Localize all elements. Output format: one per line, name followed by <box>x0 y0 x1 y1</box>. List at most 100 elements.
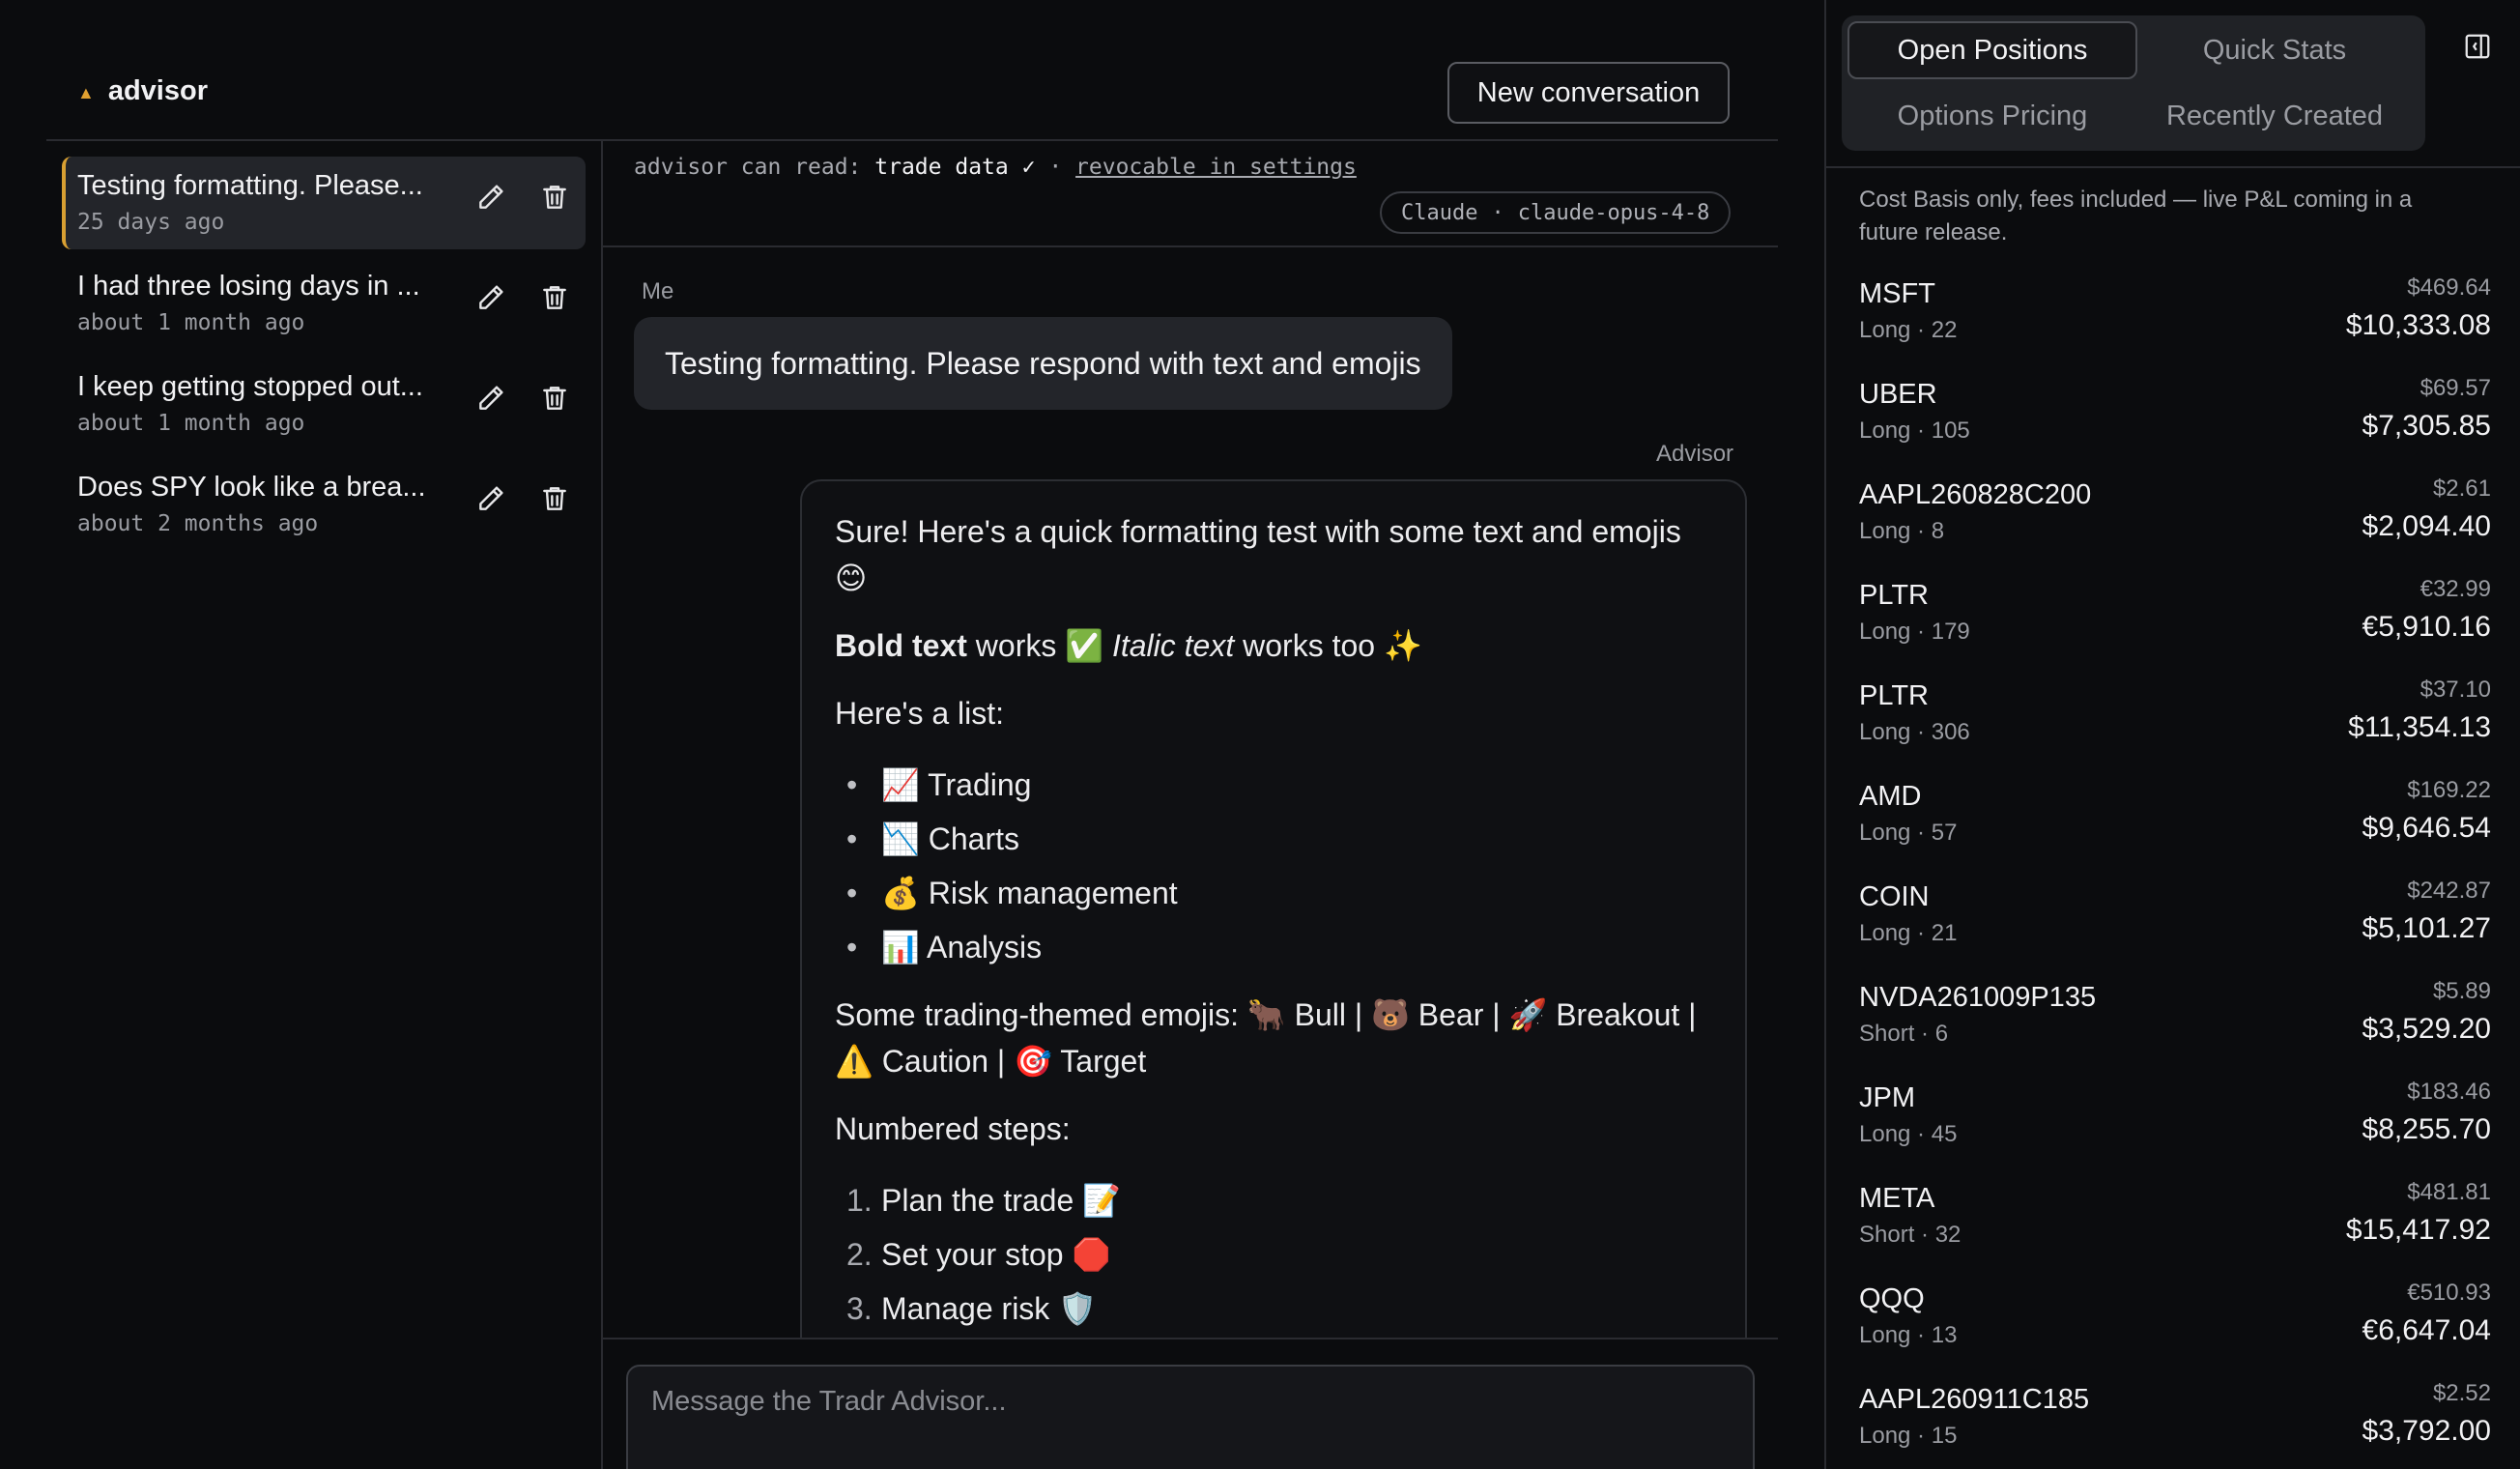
cost-basis-note: Cost Basis only, fees included — live P&… <box>1859 187 2413 245</box>
position-symbol: PLTR <box>1859 680 1929 711</box>
position-row[interactable]: AAPL260828C200 Long · 8 $2.61 $2,094.40 <box>1859 474 2491 574</box>
message-input[interactable] <box>626 1365 1755 1469</box>
conversation-item[interactable]: Does SPY look like a brea... about 2 mon… <box>62 458 586 551</box>
position-price: $2.61 <box>2432 475 2491 502</box>
user-label: Me <box>642 278 674 304</box>
pencil-icon[interactable] <box>473 280 508 315</box>
steps-heading: Numbered steps: <box>835 1111 1071 1146</box>
position-side: Long · 15 <box>1859 1423 1958 1449</box>
permission-separator: · <box>1048 155 1063 180</box>
position-row[interactable]: JPM Long · 45 $183.46 $8,255.70 <box>1859 1077 2491 1177</box>
position-symbol: QQQ <box>1859 1283 1925 1314</box>
position-cost-basis: $5,101.27 <box>2362 912 2491 944</box>
advisor-main-panel: ▲ advisor New conversation Testing forma… <box>0 0 1824 1469</box>
user-message: Testing formatting. Please respond with … <box>634 317 1452 410</box>
position-price: $183.46 <box>2407 1079 2491 1105</box>
position-cost-basis: $3,792.00 <box>2362 1415 2491 1447</box>
tab-quick-stats[interactable]: Quick Stats <box>2130 21 2420 79</box>
sidebar-divider <box>601 141 603 1469</box>
list-item: 2. Set your stop 🛑 <box>835 1227 1712 1282</box>
conversation-title: Testing formatting. Please... <box>77 170 423 201</box>
position-symbol: UBER <box>1859 379 1937 410</box>
position-cost-basis: $10,333.08 <box>2345 309 2491 341</box>
position-side: Short · 6 <box>1859 1021 1949 1047</box>
panel-toggle-icon[interactable] <box>2460 29 2495 64</box>
list-item: 3. Manage risk 🛡️ <box>835 1282 1712 1336</box>
works-text: works ✅ <box>966 628 1112 663</box>
pencil-icon[interactable] <box>473 381 508 416</box>
position-symbol: META <box>1859 1183 1935 1214</box>
brand-triangle-icon: ▲ <box>77 83 95 102</box>
permission-check: ✓ <box>1021 155 1036 180</box>
position-side: Long · 57 <box>1859 820 1958 846</box>
new-conversation-button[interactable]: New conversation <box>1447 62 1730 124</box>
conversation-title: I had three losing days in ... <box>77 271 420 302</box>
conversation-item[interactable]: I keep getting stopped out... about 1 mo… <box>62 358 586 450</box>
position-price: $5.89 <box>2432 978 2491 1004</box>
tab-open-positions[interactable]: Open Positions <box>1847 21 2137 79</box>
position-side: Short · 32 <box>1859 1222 1962 1248</box>
position-row[interactable]: AMD Long · 57 $169.22 $9,646.54 <box>1859 775 2491 876</box>
conversation-title: Does SPY look like a brea... <box>77 472 426 503</box>
position-row[interactable]: NVDA261009P135 Short · 6 $5.89 $3,529.20 <box>1859 976 2491 1077</box>
position-side: Long · 179 <box>1859 619 1970 645</box>
header-divider <box>46 139 1778 141</box>
italic-text: Italic text <box>1111 628 1235 663</box>
position-side: Long · 22 <box>1859 317 1958 343</box>
trash-icon[interactable] <box>537 381 572 416</box>
position-row[interactable]: QQQ Long · 13 €510.93 €6,647.04 <box>1859 1278 2491 1378</box>
step-text: Set your stop 🛑 <box>881 1237 1111 1272</box>
numbered-list: 1. Plan the trade 📝 2. Set your stop 🛑 3. M… <box>835 1173 1712 1336</box>
position-symbol: JPM <box>1859 1082 1915 1113</box>
position-cost-basis: $9,646.54 <box>2362 812 2491 844</box>
panel-tabs: Open Positions Quick Stats Options Prici… <box>1842 15 2425 151</box>
trash-icon[interactable] <box>537 481 572 516</box>
position-symbol: AAPL260828C200 <box>1859 479 2092 510</box>
permission-scope: trade data <box>874 155 1009 180</box>
model-separator: · <box>1491 200 1504 225</box>
position-side: Long · 21 <box>1859 920 1958 946</box>
model-name: claude-opus-4-8 <box>1517 200 1710 225</box>
tab-options-pricing[interactable]: Options Pricing <box>1847 87 2137 145</box>
revocable-settings-link[interactable]: revocable in settings <box>1075 155 1357 180</box>
position-price: $481.81 <box>2407 1179 2491 1205</box>
position-row[interactable]: PLTR Long · 179 €32.99 €5,910.16 <box>1859 574 2491 675</box>
trash-icon[interactable] <box>537 180 572 215</box>
list-heading: Here's a list: <box>835 696 1005 731</box>
pencil-icon[interactable] <box>473 481 508 516</box>
step-text: Plan the trade 📝 <box>881 1183 1121 1218</box>
conversation-item[interactable]: I had three losing days in ... about 1 m… <box>62 257 586 350</box>
position-row[interactable]: COIN Long · 21 $242.87 $5,101.27 <box>1859 876 2491 976</box>
bullet-list: 📈 Trading 📉 Charts 💰 Risk management 📊 A… <box>835 758 1712 974</box>
position-row[interactable]: AAPL260911C185 Long · 15 $2.52 $3,792.00 <box>1859 1378 2491 1469</box>
app-root: ▲ advisor New conversation Testing forma… <box>0 0 2520 1469</box>
trash-icon[interactable] <box>537 280 572 315</box>
list-item: 1. Plan the trade 📝 <box>835 1173 1712 1227</box>
tab-recently-created[interactable]: Recently Created <box>2130 87 2420 145</box>
position-row[interactable]: MSFT Long · 22 $469.64 $10,333.08 <box>1859 273 2491 373</box>
panel-header-divider <box>1826 166 2520 168</box>
conversation-item[interactable]: Testing formatting. Please... 25 days ag… <box>62 157 586 249</box>
composer-divider <box>603 1338 1778 1339</box>
conversation-title: I keep getting stopped out... <box>77 371 423 402</box>
chat-header-divider <box>603 245 1778 247</box>
position-side: Long · 13 <box>1859 1322 1958 1348</box>
advisor-message: Sure! Here's a quick formatting test wit… <box>800 479 1747 1338</box>
positions-panel: Open Positions Quick Stats Options Prici… <box>1824 0 2520 1469</box>
pencil-icon[interactable] <box>473 180 508 215</box>
position-symbol: COIN <box>1859 881 1930 912</box>
position-row[interactable]: META Short · 32 $481.81 $15,417.92 <box>1859 1177 2491 1278</box>
position-row[interactable]: UBER Long · 105 $69.57 $7,305.85 <box>1859 373 2491 474</box>
position-symbol: AAPL260911C185 <box>1859 1384 2090 1415</box>
position-side: Long · 306 <box>1859 719 1970 745</box>
position-side: Long · 105 <box>1859 418 1970 444</box>
position-cost-basis: €5,910.16 <box>2362 611 2491 643</box>
position-cost-basis: $3,529.20 <box>2362 1013 2491 1045</box>
themed-emojis: Some trading-themed emojis: 🐂 Bull | 🐻 B… <box>835 997 1697 1079</box>
position-price: $242.87 <box>2407 878 2491 904</box>
position-cost-basis: €6,647.04 <box>2362 1314 2491 1346</box>
brand-name: advisor <box>107 75 208 106</box>
position-cost-basis: $15,417.92 <box>2345 1214 2491 1246</box>
position-row[interactable]: PLTR Long · 306 $37.10 $11,354.13 <box>1859 675 2491 775</box>
works-too-text: works too ✨ <box>1234 628 1422 663</box>
